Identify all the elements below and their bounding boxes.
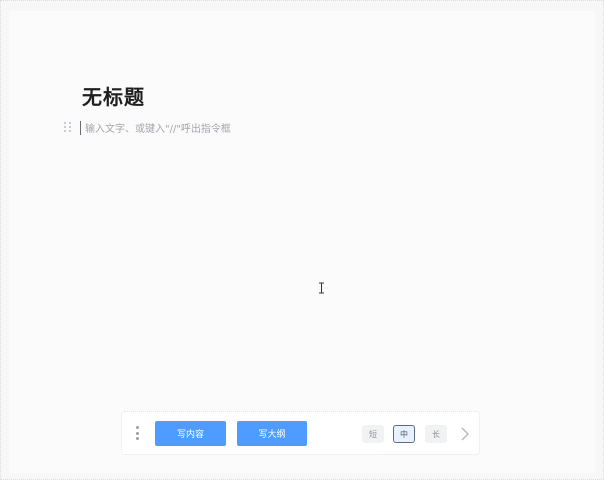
length-long-button[interactable]: 长 xyxy=(425,425,447,443)
length-medium-button[interactable]: 中 xyxy=(393,425,415,443)
body-text-input[interactable] xyxy=(85,121,485,137)
page-frame xyxy=(0,0,604,480)
text-caret xyxy=(80,121,81,135)
write-content-button[interactable]: 写内容 xyxy=(155,421,226,446)
write-outline-button[interactable]: 写大纲 xyxy=(237,421,307,446)
chevron-right-icon[interactable] xyxy=(458,425,472,443)
drag-handle-icon[interactable] xyxy=(64,122,72,134)
ai-writing-toolbar: 写内容 写大纲 短 中 长 xyxy=(121,411,480,455)
length-short-button[interactable]: 短 xyxy=(362,425,384,443)
document-title[interactable]: 无标题 xyxy=(82,81,145,110)
more-vertical-icon[interactable] xyxy=(135,426,139,440)
text-cursor-icon xyxy=(319,282,324,294)
